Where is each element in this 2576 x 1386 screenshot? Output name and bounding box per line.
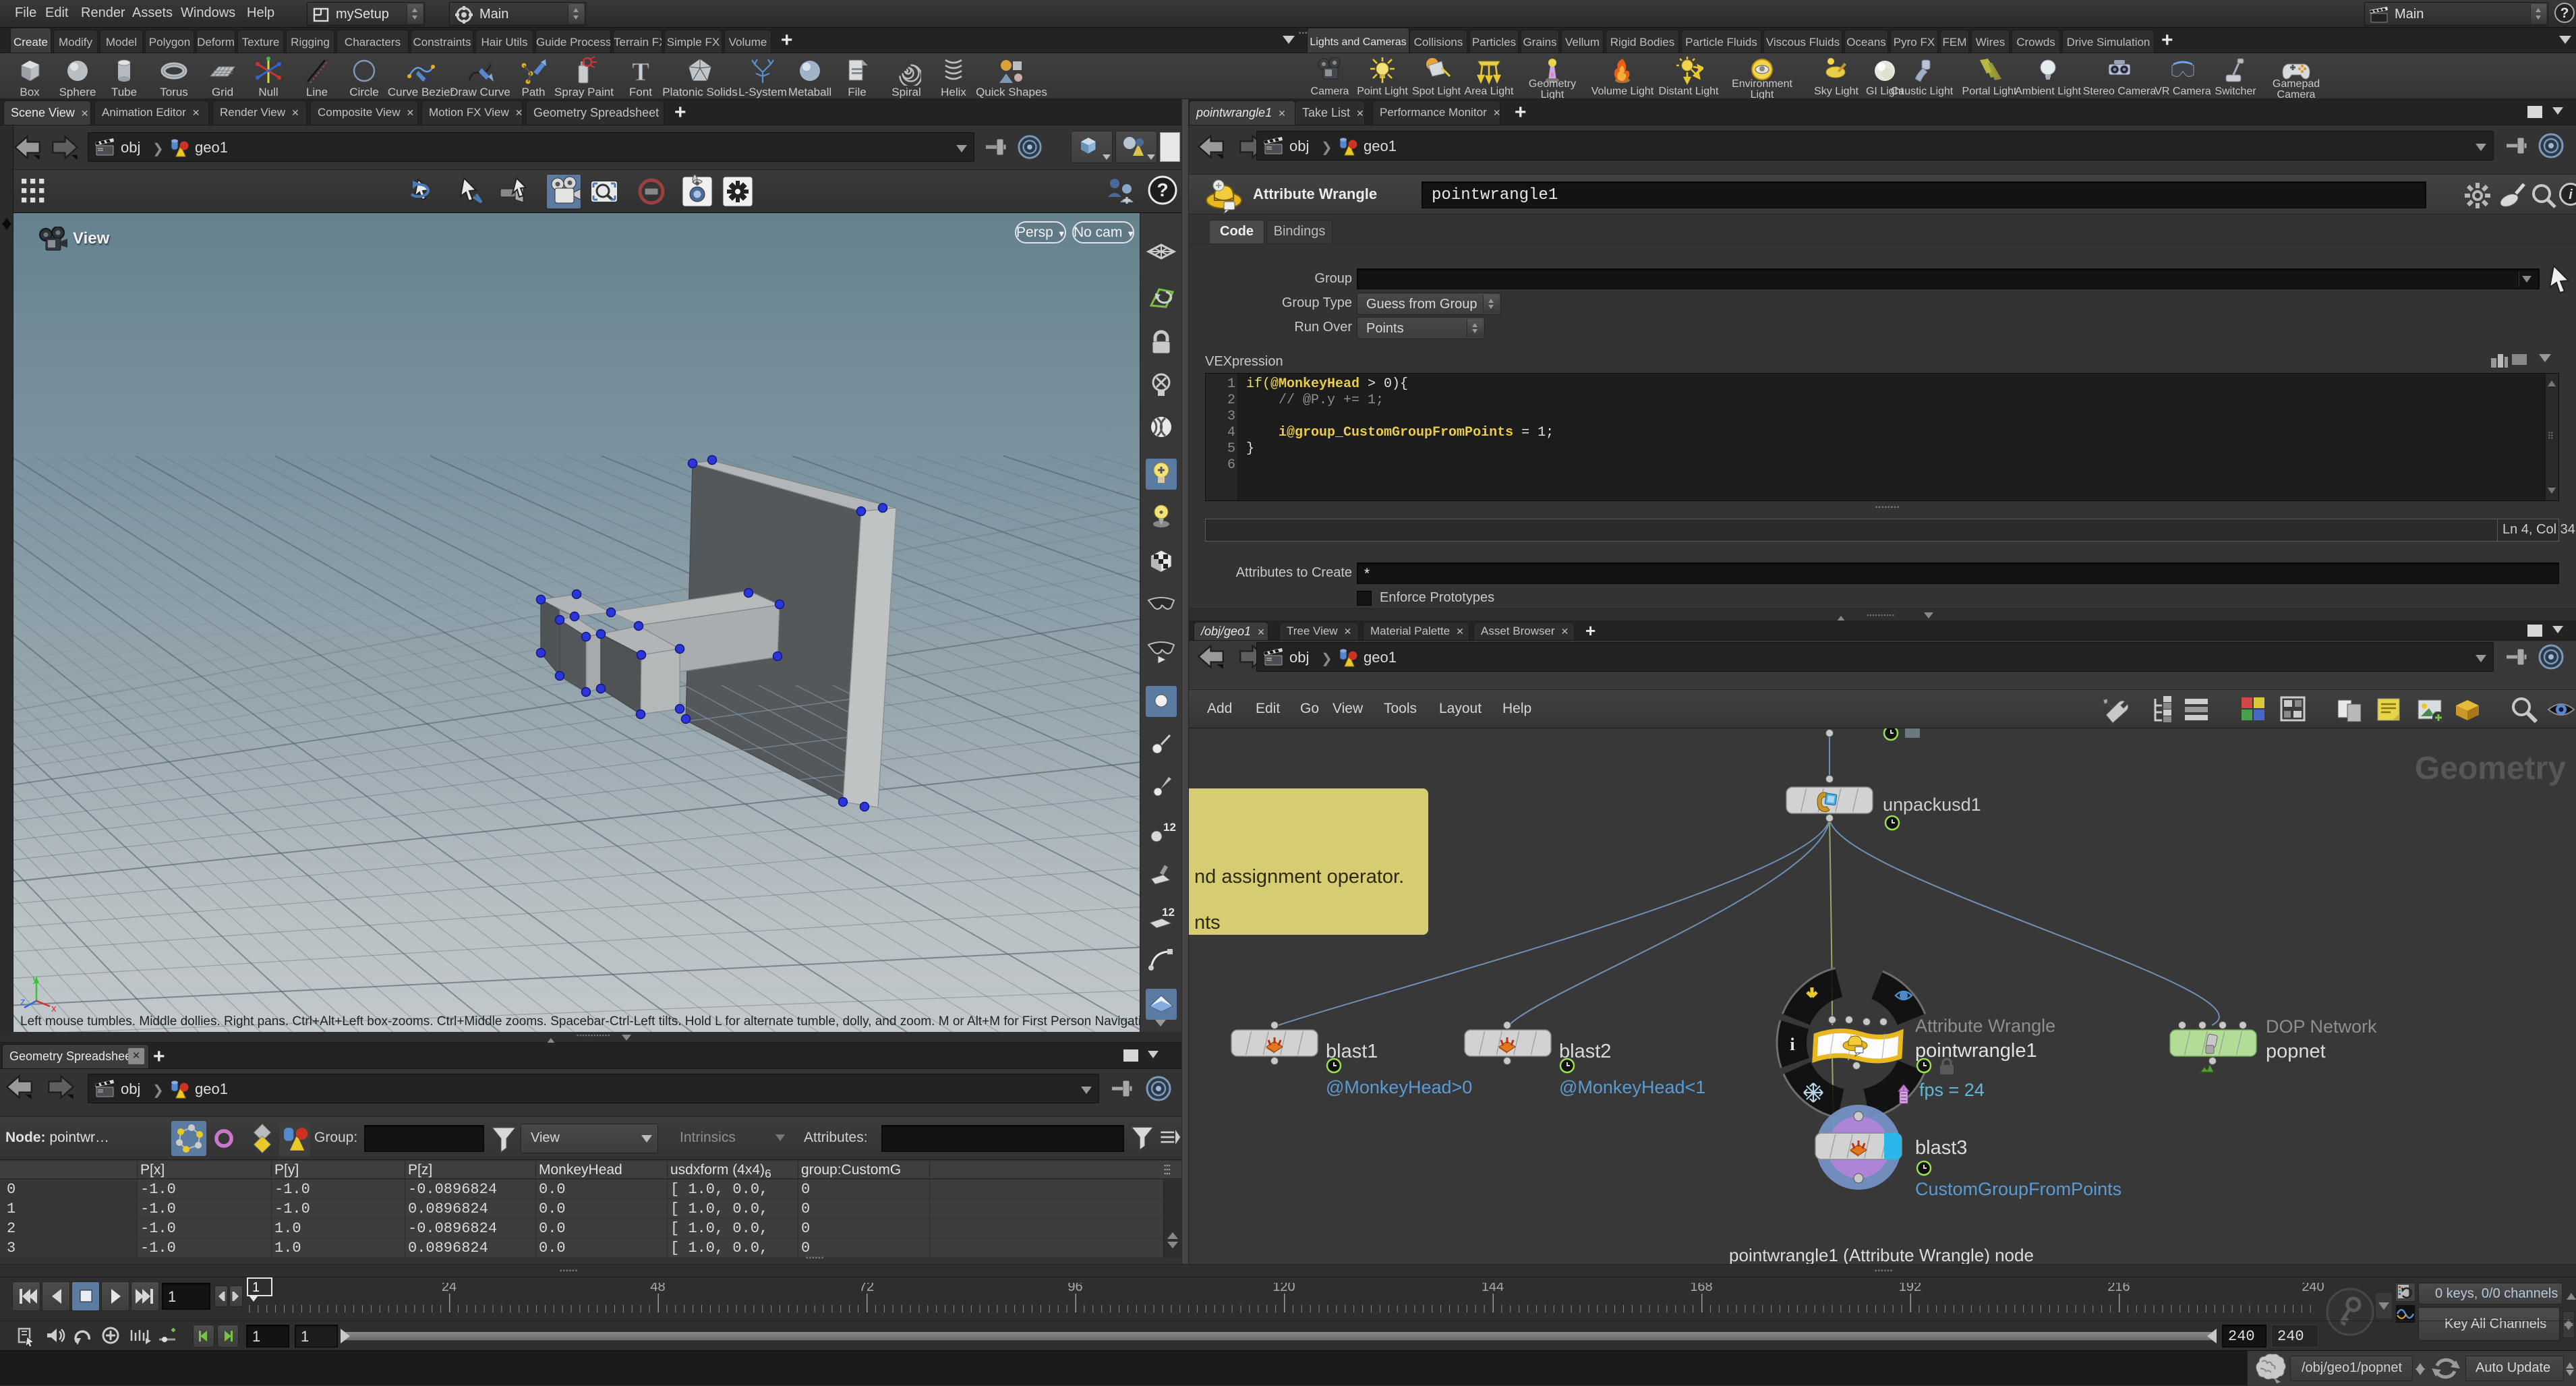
svg-text:@MonkeyHead>0: @MonkeyHead>0 xyxy=(1326,1077,1472,1097)
svg-text:Attribute Wrangle: Attribute Wrangle xyxy=(1915,1016,2055,1036)
svg-text:pointwrangle1 (Attribute Wrang: pointwrangle1 (Attribute Wrangle) node xyxy=(1729,1245,2034,1264)
svg-text:12: 12 xyxy=(1163,821,1176,834)
svg-text:96: 96 xyxy=(1067,1283,1082,1294)
svg-text:240: 240 xyxy=(2302,1283,2324,1294)
svg-text:T: T xyxy=(632,58,649,86)
svg-text:fps = 24: fps = 24 xyxy=(1919,1080,1985,1100)
svg-text:popnet: popnet xyxy=(2266,1041,2326,1062)
svg-text:z: z xyxy=(20,996,26,1008)
svg-text:216: 216 xyxy=(2107,1283,2130,1294)
svg-text:pointwrangle1: pointwrangle1 xyxy=(1915,1040,2037,1062)
svg-text:24: 24 xyxy=(442,1283,457,1294)
svg-text:72: 72 xyxy=(859,1283,874,1294)
svg-text:i: i xyxy=(1790,1035,1794,1054)
svg-text:48: 48 xyxy=(650,1283,665,1294)
svg-text:144: 144 xyxy=(1482,1283,1504,1294)
svg-text:DOP Network: DOP Network xyxy=(2266,1016,2377,1037)
svg-text:168: 168 xyxy=(1690,1283,1712,1294)
svg-text:unpackusd1: unpackusd1 xyxy=(1883,795,1981,815)
svg-text:y: y xyxy=(32,974,38,985)
svg-text:CustomGroupFromPoints: CustomGroupFromPoints xyxy=(1915,1179,2121,1199)
svg-text:?: ? xyxy=(1157,179,1168,200)
svg-text:120: 120 xyxy=(1272,1283,1295,1294)
svg-text:x: x xyxy=(51,1003,57,1014)
svg-text:Geometry: Geometry xyxy=(2415,751,2566,786)
svg-text:12: 12 xyxy=(1162,906,1175,919)
svg-text:blast3: blast3 xyxy=(1915,1137,1967,1159)
svg-text:@MonkeyHead<1: @MonkeyHead<1 xyxy=(1559,1077,1705,1097)
svg-text:192: 192 xyxy=(1899,1283,1921,1294)
